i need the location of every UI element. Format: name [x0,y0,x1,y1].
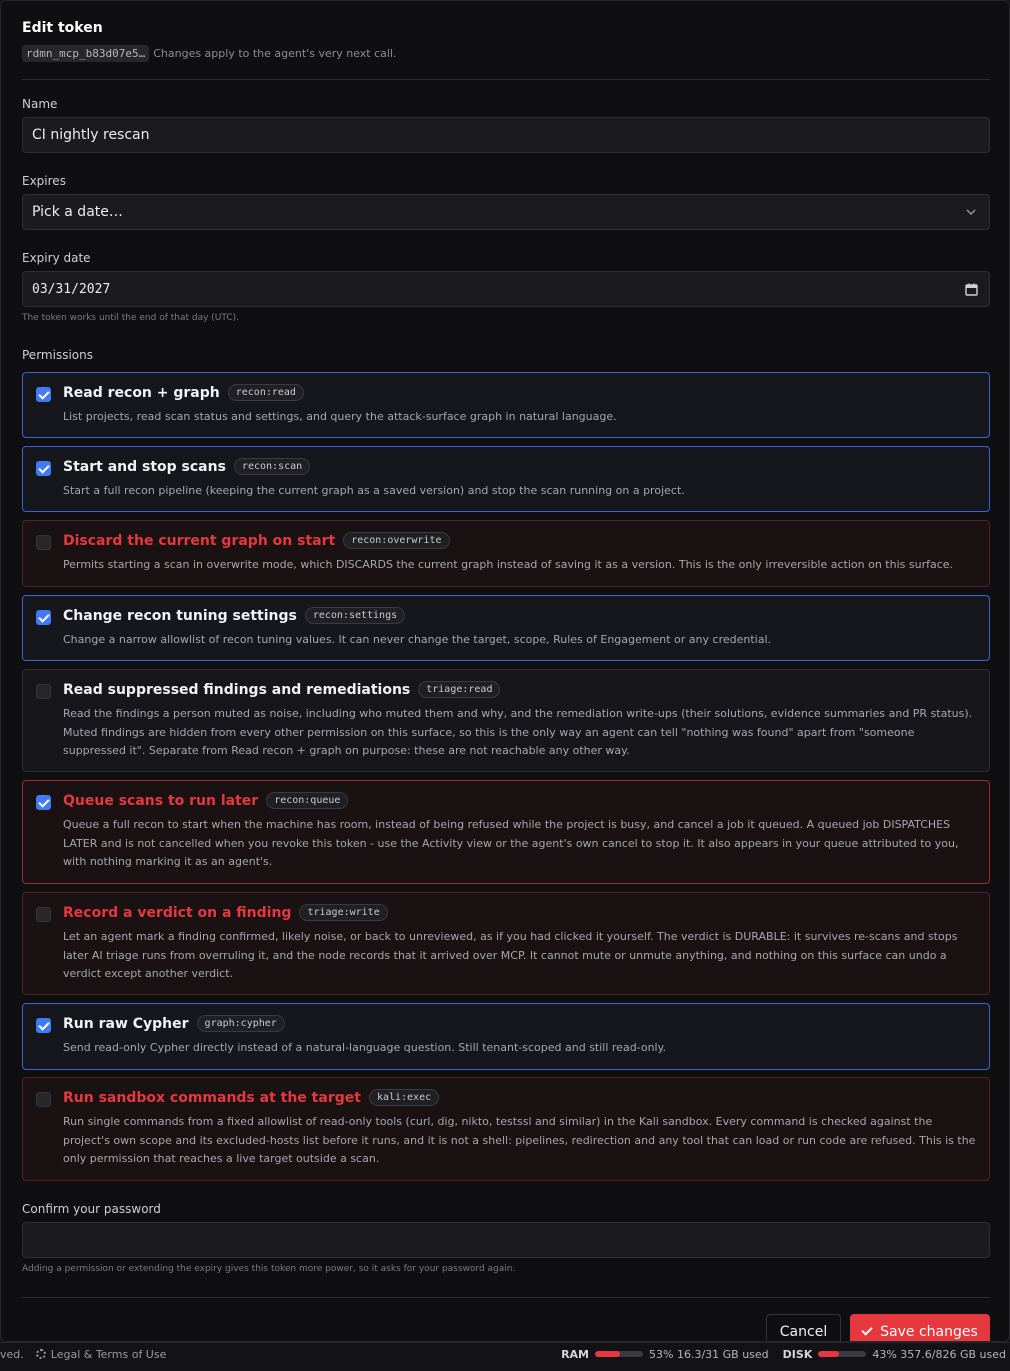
name-label: Name [22,97,58,111]
permission-checkbox[interactable] [36,387,51,402]
permission-checkbox[interactable] [36,461,51,476]
permission-header: Run sandbox commands at the target kali:e… [63,1089,440,1106]
permission-name: Discard the current graph on start [63,532,336,549]
permissions-label: Permissions [22,348,93,362]
ram-meter [595,1351,643,1357]
disk-label: DISK [782,1347,813,1361]
cancel-button-label: Cancel [779,1324,828,1340]
chevron-down-icon [963,204,979,220]
permission-name: Queue scans to run later [63,792,259,809]
permission-header: Queue scans to run later recon:queue [63,792,349,809]
gear-icon [35,1349,46,1359]
expires-label: Expires [22,174,66,188]
password-hint: Adding a permission or extending the exp… [22,1264,516,1274]
dialog-subtitle: rdmn_mcp_b83d07e5… Changes apply to the … [22,44,397,62]
permission-checkbox[interactable] [36,1018,51,1033]
permission-card-recon-overwrite[interactable]: Discard the current graph on start recon:… [22,520,990,587]
permission-name: Run raw Cypher [63,1015,189,1032]
expires-select[interactable]: Pick a date… [22,194,990,230]
status-fragment: ved. [0,1347,24,1361]
expiry-hint: The token works until the end of that da… [22,313,240,323]
permission-description: Queue a full recon to start when the mac… [63,818,959,868]
permission-description: Change a narrow allowlist of recon tunin… [63,633,771,646]
permission-card-recon-queue[interactable]: Queue scans to run later recon:queue Queue… [22,780,990,884]
permission-header: Run raw Cypher graph:cypher [63,1015,285,1032]
cancel-button[interactable]: Cancel [766,1314,841,1341]
permission-scope-badge: triage:write [299,904,388,921]
subtitle-text: Changes apply to the agent's very next c… [153,46,397,60]
permission-checkbox[interactable] [36,535,51,550]
permission-scope-badge: triage:read [418,681,501,698]
permission-header: Record a verdict on a finding triage:writ… [63,904,388,921]
permission-card-triage-write[interactable]: Record a verdict on a finding triage:writ… [22,892,990,995]
permission-name: Change recon tuning settings [63,607,297,624]
edit-token-dialog: Edit token rdmn_mcp_b83d07e5… Changes ap… [0,0,1010,1342]
ram-text: 53% 16.3/31 GB used [649,1347,769,1361]
permission-scope-badge: recon:read [227,384,304,401]
save-button-label: Save changes [880,1324,978,1340]
permission-checkbox[interactable] [36,907,51,922]
permission-checkbox[interactable] [36,684,51,699]
permission-scope-badge: recon:overwrite [343,532,450,549]
permission-header: Change recon tuning settings recon:settin… [63,607,406,624]
permission-name: Run sandbox commands at the target [63,1089,361,1106]
ram-meter-fill [595,1351,621,1357]
permission-scope-badge: kali:exec [368,1089,440,1106]
save-button[interactable]: Save changes [850,1314,990,1341]
permission-name: Read suppressed findings and remediation… [63,681,411,698]
token-id-chip: rdmn_mcp_b83d07e5… [22,44,150,62]
legal-link-label: Legal & Terms of Use [50,1347,167,1361]
status-bar: ved. Legal & Terms of Use RAM 53% 16.3/3… [0,1342,1010,1371]
permission-description: Let an agent mark a finding confirmed, l… [63,930,958,980]
permission-header: Read recon + graph recon:read [63,384,304,401]
ram-label: RAM [561,1347,589,1361]
expiry-date-label: Expiry date [22,251,91,265]
permission-checkbox[interactable] [36,795,51,810]
permission-card-recon-read[interactable]: Read recon + graph recon:read List project… [22,372,990,438]
permission-scope-badge: recon:queue [266,792,349,809]
permission-card-kali-exec[interactable]: Run sandbox commands at the target kali:e… [22,1077,990,1181]
expiry-date-input[interactable]: 03/31/2027 [22,271,990,307]
header-divider [22,79,990,80]
permission-card-recon-settings[interactable]: Change recon tuning settings recon:settin… [22,595,990,661]
permission-name: Read recon + graph [63,384,220,401]
permission-card-graph-cypher[interactable]: Run raw Cypher graph:cypher Send read-only… [22,1003,990,1070]
calendar-icon[interactable] [963,281,979,297]
permission-card-recon-scan[interactable]: Start and stop scans recon:scan Start a fu… [22,446,990,512]
permission-scope-badge: recon:settings [304,607,406,624]
permission-description: Start a full recon pipeline (keeping the… [63,484,685,497]
permission-scope-badge: graph:cypher [196,1015,285,1032]
permission-description: Read the findings a person muted as nois… [63,707,973,757]
permission-header: Start and stop scans recon:scan [63,458,311,475]
permission-card-triage-read[interactable]: Read suppressed findings and remediation… [22,669,990,772]
disk-meter [818,1351,867,1357]
check-icon [861,1324,873,1336]
permission-name: Record a verdict on a finding [63,904,292,921]
expiry-date-value: 03/31/2027 [32,281,111,297]
legal-link[interactable]: Legal & Terms of Use [35,1347,167,1361]
status-right: RAM 53% 16.3/31 GB used DISK 43% 357.6/8… [561,1343,1006,1365]
password-label: Confirm your password [22,1202,161,1216]
disk-text: 43% 357.6/826 GB used [872,1347,1006,1361]
permission-description: Send read-only Cypher directly instead o… [63,1041,667,1054]
permission-checkbox[interactable] [36,1092,51,1107]
permission-scope-badge: recon:scan [233,458,311,475]
permission-description: List projects, read scan status and sett… [63,410,617,423]
dialog-title: Edit token [22,20,103,36]
permission-description: Run single commands from a fixed allowli… [63,1115,976,1165]
permission-header: Read suppressed findings and remediation… [63,681,501,698]
status-left: ved. Legal & Terms of Use [0,1343,178,1365]
disk-meter-fill [818,1351,839,1357]
permission-description: Permits starting a scan in overwrite mod… [63,558,954,571]
permission-name: Start and stop scans [63,458,226,475]
name-input[interactable]: CI nightly rescan [22,117,990,153]
footer-divider [22,1297,990,1298]
expires-select-value: Pick a date… [32,204,123,220]
permission-header: Discard the current graph on start recon:… [63,532,450,549]
password-input[interactable] [22,1222,990,1258]
permission-checkbox[interactable] [36,610,51,625]
